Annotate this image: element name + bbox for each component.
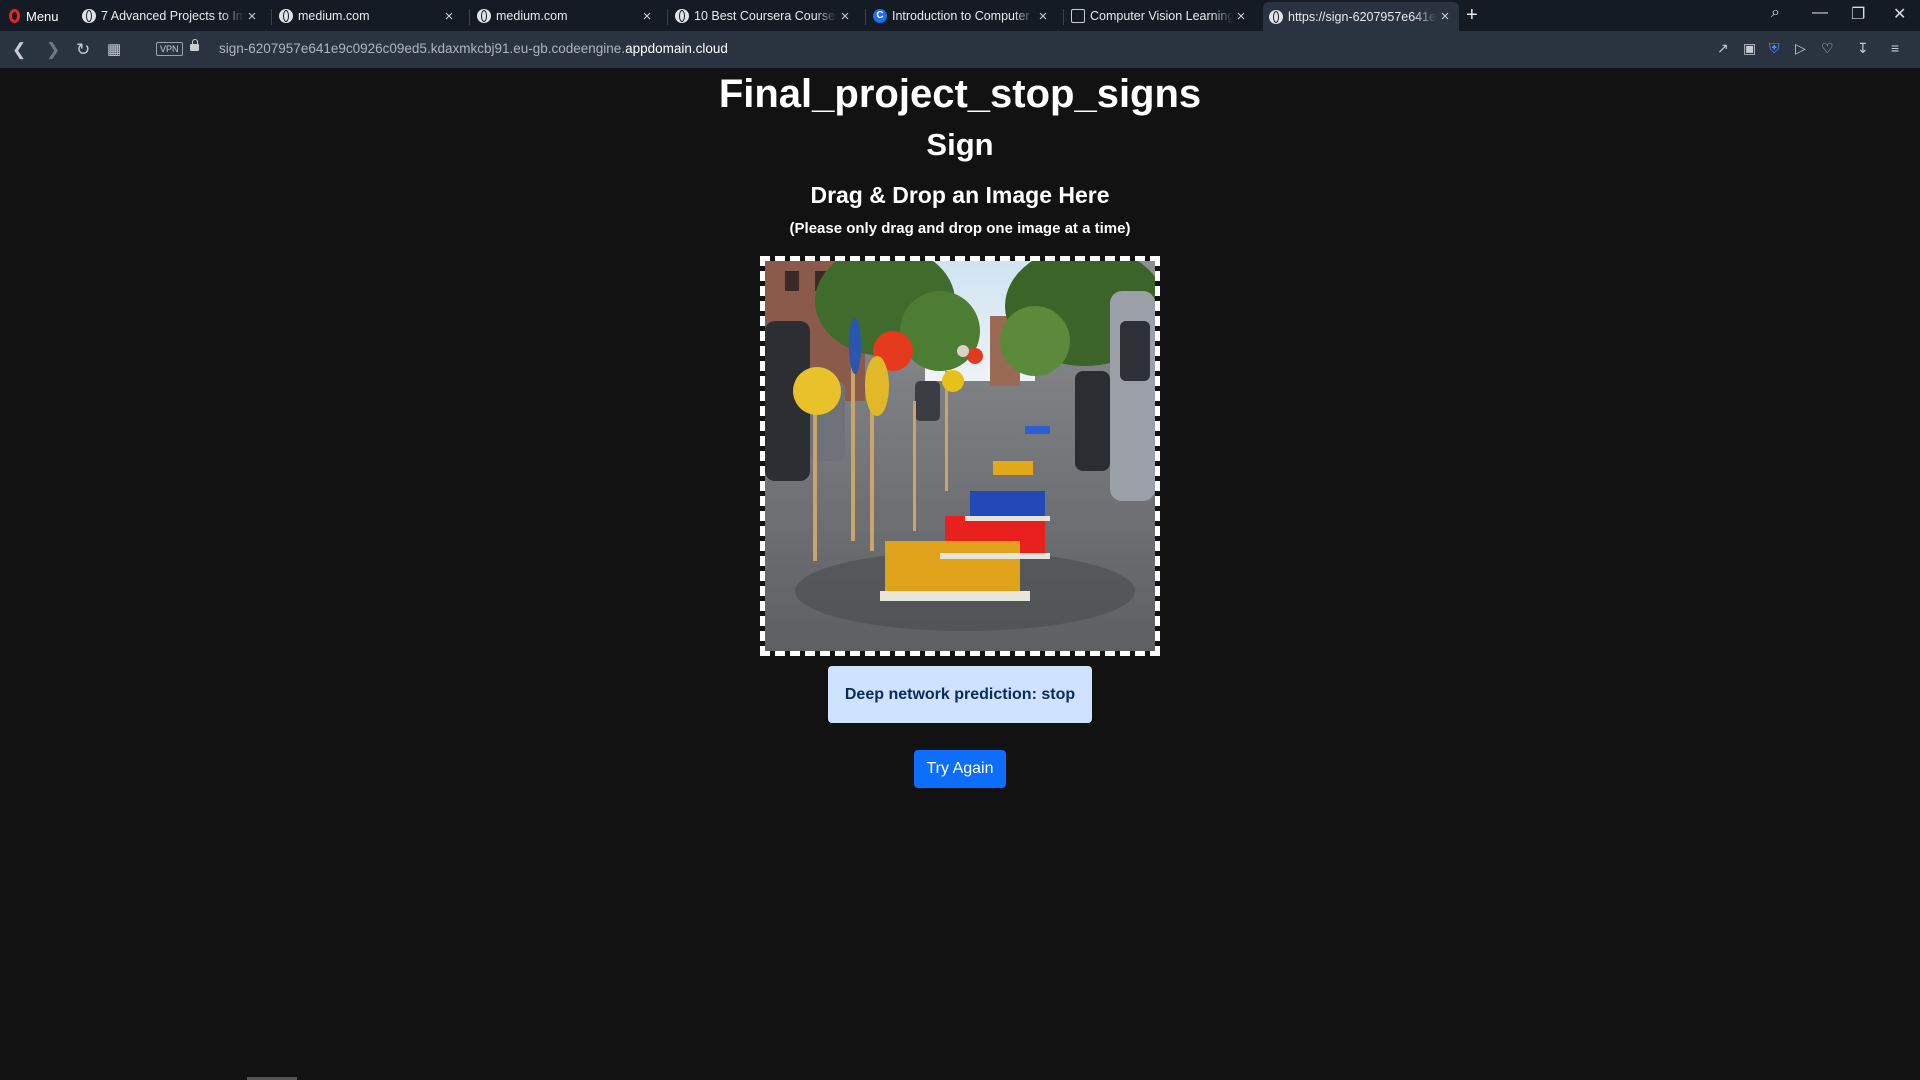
tab-title: 10 Best Coursera Courses a [694,9,837,23]
globe-icon [477,9,491,23]
close-tab-icon[interactable]: × [244,8,260,25]
close-tab-icon[interactable]: × [639,8,655,25]
url-field[interactable]: sign-6207957e641e9c0926c09ed5.kdaxmkcbj9… [219,41,728,56]
menu-label: Menu [26,8,59,24]
globe-icon [1269,9,1283,24]
tab-strip: Menu 7 Advanced Projects to Imp × medium… [0,0,1920,31]
send-icon[interactable]: ▷ [1795,40,1806,57]
reload-icon[interactable]: ↻ [76,40,90,60]
minimize-icon[interactable]: — [1812,4,1828,22]
tab-intro-computer-vision[interactable]: C Introduction to Computer V × [867,3,1057,29]
close-tab-icon[interactable]: × [837,8,853,25]
close-tab-icon[interactable]: × [1233,8,1249,25]
tab-title: medium.com [496,9,568,23]
tab-medium-1[interactable]: medium.com × [273,3,463,29]
easy-setup-icon[interactable]: ≡ [1891,40,1899,56]
new-tab-plus-icon[interactable]: + [1466,4,1478,27]
page-subtitle: Sign [926,127,994,162]
tab-divider [865,9,866,25]
globe-icon [675,9,689,23]
document-icon [1071,9,1085,23]
url-prefix: sign-6207957e641e9c0926c09ed5.kdaxmkcbj9… [219,41,626,56]
tab-active-sign-app[interactable]: https://sign-6207957e641e × [1263,2,1459,31]
opera-menu-button[interactable]: Menu [9,5,59,27]
lock-icon[interactable] [190,39,199,51]
tab-title: 7 Advanced Projects to Imp [101,9,244,23]
tab-computer-vision-learning[interactable]: Computer Vision Learning × [1065,3,1255,29]
try-again-button[interactable]: Try Again [914,750,1006,788]
page-title: Final_project_stop_signs [718,72,1202,116]
tab-title: medium.com [298,9,370,23]
share-icon[interactable]: ↗ [1717,40,1729,57]
address-bar: ❮ ❯ ↻ ▦ VPN sign-6207957e641e9c0926c09ed… [0,31,1920,68]
close-tab-icon[interactable]: × [1437,8,1453,25]
prediction-alert: Deep network prediction: stop [828,666,1092,723]
tab-divider [469,9,470,25]
bookmark-heart-icon[interactable]: ♡ [1821,40,1834,57]
close-tab-icon[interactable]: × [441,8,457,25]
tab-title: Introduction to Computer V [892,9,1035,23]
close-tab-icon[interactable]: × [1035,8,1051,25]
back-icon[interactable]: ❮ [12,40,26,60]
uploaded-street-photo [765,261,1155,651]
vpn-badge[interactable]: VPN [156,42,183,56]
image-drop-zone[interactable] [760,256,1160,656]
tab-divider [667,9,668,25]
download-icon[interactable]: ↧ [1857,40,1869,57]
drop-note: (Please only drag and drop one image at … [789,220,1131,237]
tab-divider [1063,9,1064,25]
tab-advanced-projects[interactable]: 7 Advanced Projects to Imp × [76,3,266,29]
globe-icon [82,9,96,23]
snapshot-camera-icon[interactable]: ▣ [1743,40,1756,57]
tabs-grid-icon[interactable]: ▦ [107,40,121,58]
drop-heading: Drag & Drop an Image Here [810,182,1110,208]
tab-title: Computer Vision Learning [1090,9,1233,23]
tab-divider [271,9,272,25]
forward-icon[interactable]: ❯ [46,40,60,60]
search-tabs-icon[interactable]: ⌕ [1771,4,1780,22]
close-window-icon[interactable]: ✕ [1893,4,1906,24]
coursera-icon: C [873,9,887,23]
tab-medium-2[interactable]: medium.com × [471,3,661,29]
adblock-shield-icon[interactable]: ⛨ [1769,40,1780,57]
tab-title: https://sign-6207957e641e [1288,9,1437,24]
tab-coursera-courses[interactable]: 10 Best Coursera Courses a × [669,3,859,29]
opera-logo-icon [9,9,20,23]
url-domain: appdomain.cloud [625,41,728,56]
web-page: Final_project_stop_signs Sign Drag & Dro… [0,68,1920,1080]
restore-icon[interactable]: ❐ [1851,4,1865,24]
globe-icon [279,9,293,23]
